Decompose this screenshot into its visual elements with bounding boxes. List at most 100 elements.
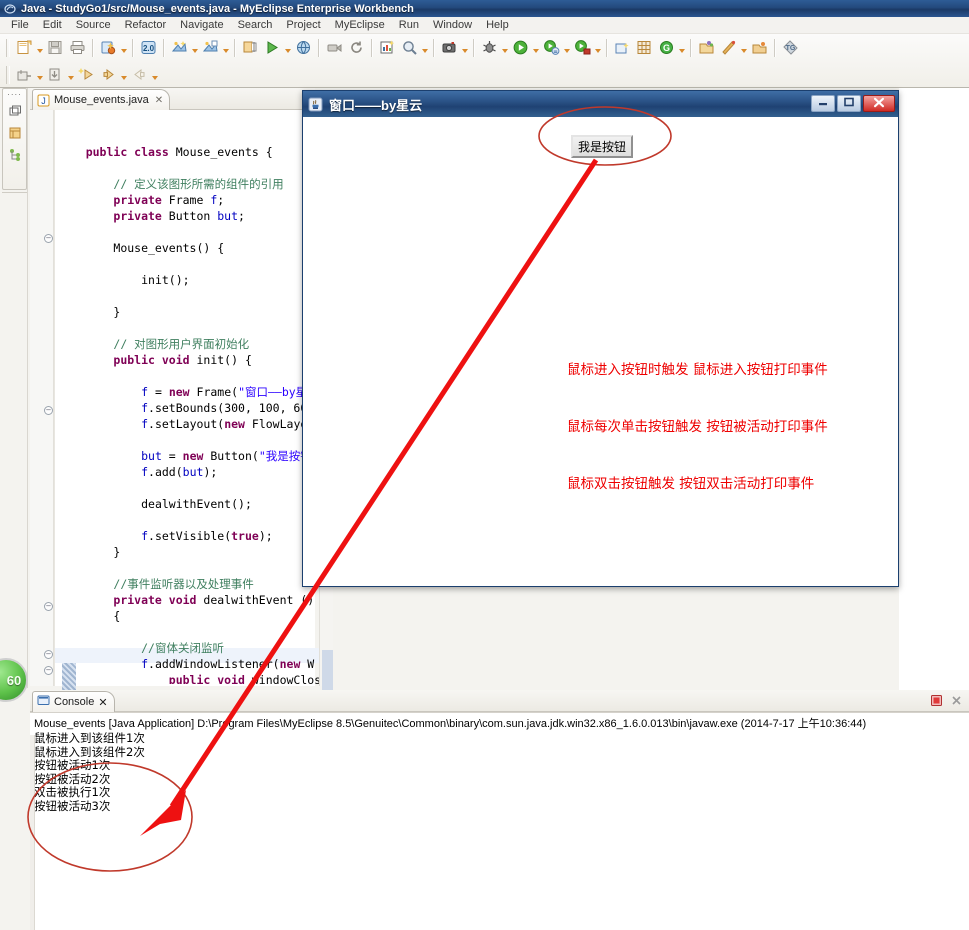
tag-icon[interactable]: TG (780, 38, 800, 58)
awt-push-button[interactable]: 我是按钮 (571, 135, 634, 158)
new-deploy-icon[interactable] (169, 38, 189, 58)
print-icon[interactable] (67, 38, 87, 58)
debug-icon[interactable] (479, 38, 499, 58)
left-divider (27, 88, 28, 688)
chevron-down-icon[interactable] (283, 38, 292, 58)
console-left-margin (30, 735, 35, 930)
close-icon (872, 97, 886, 111)
fold-marker[interactable] (44, 650, 53, 659)
next-annotation-icon[interactable] (718, 38, 738, 58)
build-icon[interactable] (324, 38, 344, 58)
back-icon[interactable] (98, 65, 118, 85)
code-line: public class Mouse_events { (85, 145, 273, 159)
menu-navigate[interactable]: Navigate (173, 18, 230, 32)
new-myeclipse-icon[interactable] (98, 38, 118, 58)
refresh-icon[interactable] (346, 38, 366, 58)
outline-icon[interactable] (6, 146, 24, 164)
remove-launch-icon[interactable] (948, 692, 965, 709)
chevron-down-icon[interactable] (190, 38, 199, 58)
menu-refactor[interactable]: Refactor (118, 18, 174, 32)
chevron-down-icon[interactable] (150, 65, 159, 85)
chevron-down-icon[interactable] (531, 38, 540, 58)
run-config-icon[interactable] (572, 38, 592, 58)
toolbar-grip[interactable] (6, 65, 10, 84)
chevron-down-icon[interactable] (677, 38, 686, 58)
import-icon[interactable] (45, 65, 65, 85)
menu-project[interactable]: Project (279, 18, 327, 32)
svg-text:G: G (662, 43, 669, 53)
chevron-down-icon[interactable] (66, 65, 75, 85)
editor-tab-mouse-events[interactable]: J Mouse_events.java ✕ (32, 89, 171, 110)
chevron-down-icon[interactable] (739, 38, 748, 58)
awt-frame-window[interactable]: 窗口——by星云 我是按钮 鼠标进入按钮时触发 鼠标进入按钮打印事件 鼠标每次单… (302, 90, 899, 587)
fold-marker[interactable] (44, 666, 53, 675)
close-button[interactable] (863, 95, 895, 112)
toolbar-grip[interactable] (6, 38, 10, 57)
fast-view-grip[interactable]: ···· (7, 91, 22, 99)
note-line-3: 鼠标双击按钮触发 按钮双击活动打印事件 (567, 476, 815, 492)
close-icon[interactable]: ✕ (155, 95, 163, 106)
chevron-down-icon[interactable] (593, 38, 602, 58)
terminate-icon[interactable] (928, 692, 945, 709)
chevron-down-icon[interactable] (460, 38, 469, 58)
chart-icon[interactable] (377, 38, 397, 58)
chevron-down-icon[interactable] (35, 38, 44, 58)
chevron-down-icon[interactable] (562, 38, 571, 58)
chevron-down-icon[interactable] (221, 38, 230, 58)
fast-view-bar: ···· (2, 88, 27, 190)
fold-marker[interactable] (44, 602, 53, 611)
previous-annotation-icon[interactable] (749, 38, 769, 58)
menubar: File Edit Source Refactor Navigate Searc… (0, 17, 969, 34)
editor-gutter[interactable] (30, 110, 54, 686)
open-resource-icon[interactable] (696, 38, 716, 58)
open-perspective-icon[interactable] (612, 38, 632, 58)
chevron-down-icon[interactable] (420, 38, 429, 58)
window-grid-icon[interactable] (634, 38, 654, 58)
menu-window[interactable]: Window (426, 18, 479, 32)
chevron-down-icon[interactable] (119, 38, 128, 58)
menu-file[interactable]: File (4, 18, 36, 32)
run-icon[interactable] (510, 38, 530, 58)
close-icon[interactable]: ✕ (98, 696, 107, 709)
package-explorer-icon[interactable] (6, 124, 24, 142)
menu-edit[interactable]: Edit (36, 18, 69, 32)
minimize-button[interactable] (811, 95, 835, 112)
code-line: public void windowClosing(WindowEvent e)… (168, 673, 320, 684)
svg-text:TG: TG (785, 45, 795, 52)
last-edit-icon[interactable] (76, 65, 96, 85)
new-wizard-icon[interactable] (14, 38, 34, 58)
run-as-icon[interactable] (541, 38, 561, 58)
chevron-down-icon[interactable] (500, 38, 509, 58)
globe-icon[interactable] (293, 38, 313, 58)
forward-icon[interactable] (129, 65, 149, 85)
search-icon[interactable] (399, 38, 419, 58)
menu-help[interactable]: Help (479, 18, 516, 32)
snapshot-icon[interactable] (439, 38, 459, 58)
console-tab[interactable]: Console ✕ (32, 691, 115, 712)
web20-icon[interactable]: 2.0 (138, 38, 158, 58)
new-server-icon[interactable] (200, 38, 220, 58)
menu-source[interactable]: Source (69, 18, 118, 32)
chevron-down-icon[interactable] (119, 65, 128, 85)
menu-run[interactable]: Run (392, 18, 426, 32)
save-icon[interactable] (45, 38, 65, 58)
maximize-button[interactable] (837, 95, 861, 112)
source-code[interactable]: public class Mouse_events { // 定义该图形所需的组… (58, 112, 320, 684)
frame-title-text: 窗口——by星云 (329, 97, 423, 113)
fold-marker[interactable] (44, 406, 53, 415)
fold-marker[interactable] (44, 234, 53, 243)
open-type-icon[interactable] (240, 38, 260, 58)
menu-search[interactable]: Search (231, 18, 280, 32)
code-editor: J Mouse_events.java ✕ public class Mouse… (30, 88, 333, 724)
run-last-icon[interactable] (262, 38, 282, 58)
java-perspective-icon (4, 3, 16, 15)
restore-icon[interactable] (6, 102, 24, 120)
editor-tab-label: Mouse_events.java (54, 94, 149, 106)
clover-icon[interactable]: G (656, 38, 676, 58)
menu-myeclipse[interactable]: MyEclipse (328, 18, 392, 32)
chevron-down-icon[interactable] (35, 65, 44, 85)
export-icon[interactable] (14, 65, 34, 85)
console-output-area[interactable]: Mouse_events [Java Application] D:\Progr… (30, 712, 969, 930)
